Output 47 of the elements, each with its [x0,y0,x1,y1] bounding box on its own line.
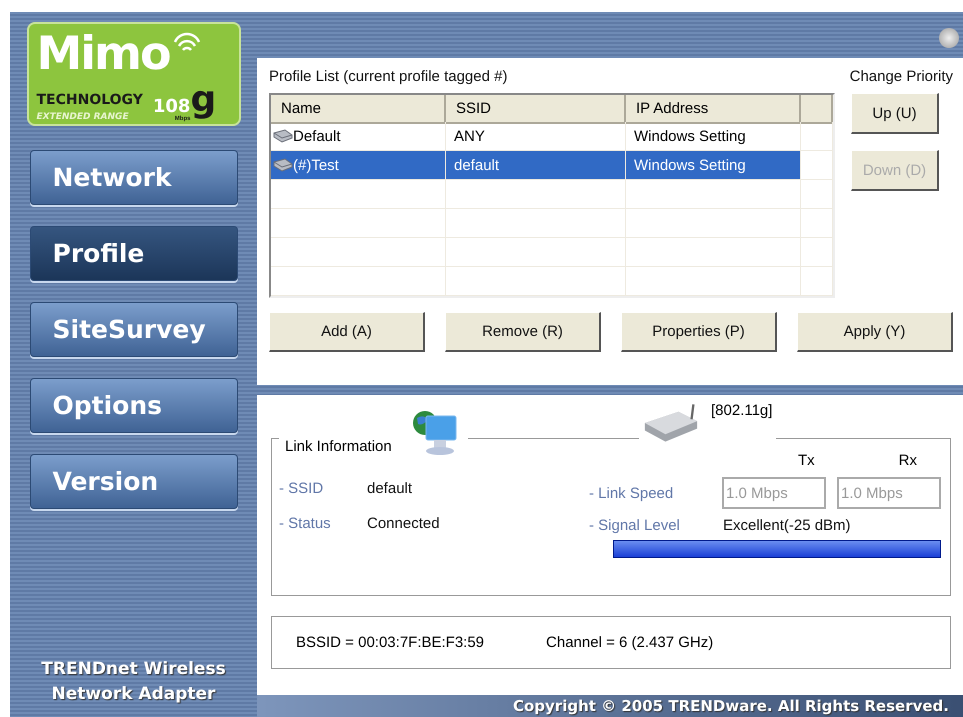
nav-button[interactable]: Version [30,454,238,509]
table-cell: default [454,156,500,174]
table-cell: Windows Setting [634,156,746,174]
router-icon [643,402,699,444]
table-row[interactable]: (#)Test default Windows Setting [271,151,833,180]
field-label: - Signal Level [589,517,681,534]
table-cell: Default [293,128,341,144]
action-button[interactable]: Add (A) [269,312,425,352]
action-button[interactable]: Apply (Y) [797,312,953,352]
field-label: - Link Speed [589,484,674,502]
field-value: Connected [367,515,440,532]
nav-button[interactable]: Network [30,150,238,205]
table-cell: ANY [454,128,485,144]
table-cell: Windows Setting [634,128,746,144]
profile-icon [273,158,293,172]
logo-text: Mimo [36,28,170,78]
bssid-text: BSSID = 00:03:7F:BE:F3:59 [296,634,484,651]
table-cell: (#)Test [293,156,339,174]
nav-button[interactable]: Options [30,378,238,433]
field-label: - SSID [279,480,324,497]
priority-label: Change Priority [850,68,953,85]
wireless-mode: [802.11g] [711,402,772,421]
signal-value: Excellent(-25 dBm) [723,517,851,534]
panel-title: Profile List (current profile tagged #) [269,68,508,85]
priority-button[interactable]: Up (U) [851,93,939,134]
field-value: default [367,480,412,497]
column-header[interactable]: Name [271,95,446,124]
column-header [801,95,833,124]
column-header[interactable]: IP Address [626,95,801,124]
action-button[interactable]: Remove (R) [445,312,601,352]
copyright-text: Copyright © 2005 TRENDware. All Rights Reserved. [512,697,949,715]
column-label: Rx [898,452,917,469]
product-name: TRENDnet Wireless [41,658,226,681]
profile-icon [273,129,293,143]
logo-text: 108 [152,98,190,116]
nav-button[interactable]: SiteSurvey [30,302,238,357]
logo-text: g [190,78,216,120]
logo-text: EXTENDED RANGE [36,112,130,122]
close-icon[interactable] [939,28,959,48]
logo-text: TECHNOLOGY [36,92,143,108]
nav-button[interactable]: Profile [30,226,238,281]
column-label: Tx [798,452,815,469]
field-label: - Status [279,515,332,532]
action-button[interactable]: Properties (P) [621,312,777,352]
channel-text: Channel = 6 (2.437 GHz) [546,634,714,651]
column-header[interactable]: SSID [446,95,626,124]
product-name: Network Adapter [50,683,216,706]
